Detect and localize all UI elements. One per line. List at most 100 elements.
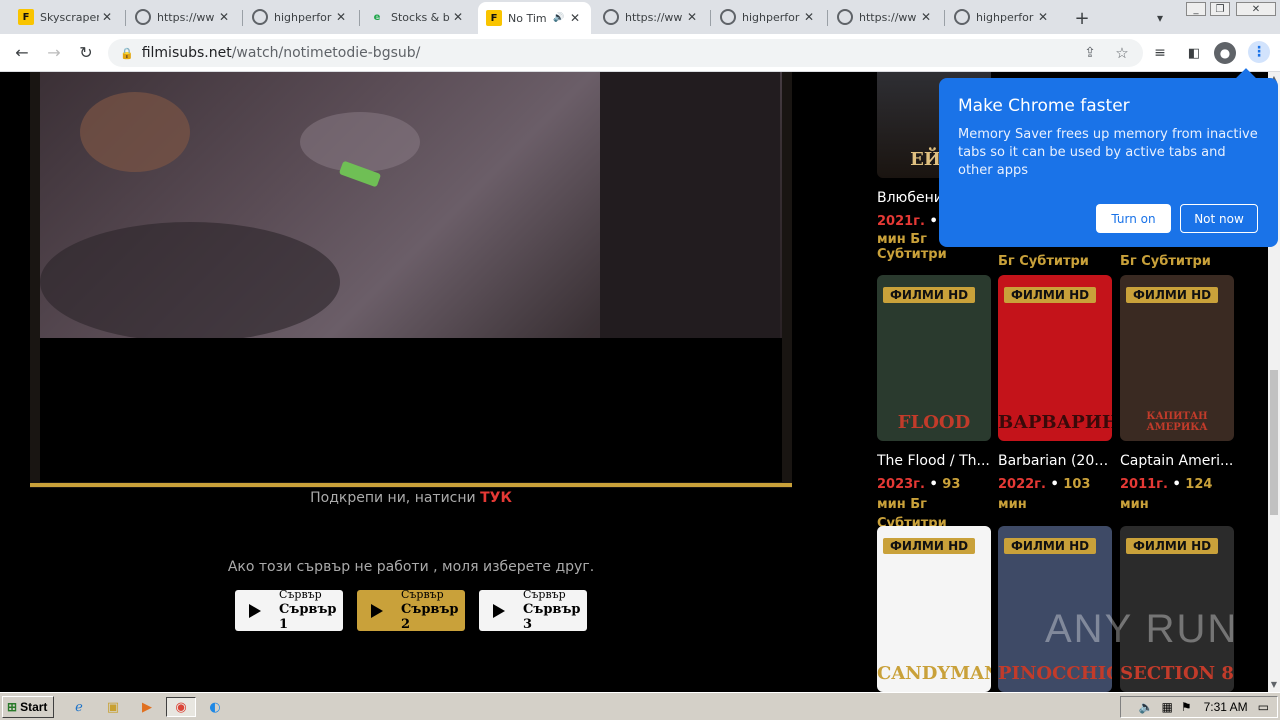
server-label-top: Сървър xyxy=(401,588,444,602)
movie-card[interactable]: ФИЛМИ HD FLOOD The Flood / Th... 2023г. • 9… xyxy=(877,275,991,534)
new-tab-button[interactable]: + xyxy=(1072,8,1092,29)
movie-poster[interactable]: ФИЛМИ HD ВАРВАРИН xyxy=(998,275,1112,441)
tab-search-icon[interactable]: ▾ xyxy=(1150,8,1170,28)
windows-logo-icon: ⊞ xyxy=(7,700,18,714)
tab-3[interactable]: highperfor ✕ xyxy=(244,4,357,30)
support-link[interactable]: ТУК xyxy=(480,490,512,506)
stocks-icon: e xyxy=(373,11,381,23)
globe-icon xyxy=(837,9,853,25)
close-tab-icon[interactable]: ✕ xyxy=(567,11,583,25)
share-icon[interactable]: ⇪ xyxy=(1080,43,1100,63)
poster-title: КАПИТАН АМЕРИКА xyxy=(1146,411,1208,433)
not-now-button[interactable]: Not now xyxy=(1180,204,1258,233)
close-tab-icon[interactable]: ✕ xyxy=(684,10,700,24)
server-button-1[interactable]: Сървър Сървър 1 xyxy=(235,588,343,633)
popup-body: Memory Saver frees up memory from inacti… xyxy=(958,127,1258,179)
tab-separator xyxy=(710,10,711,26)
server-button-3[interactable]: Сървър Сървър 3 xyxy=(479,588,587,632)
play-icon xyxy=(371,603,383,618)
lock-icon: 🔒 xyxy=(120,46,134,60)
start-button[interactable]: ⊞ Start xyxy=(2,696,54,718)
movie-meta: 2022г. • 103 мин xyxy=(998,477,1091,512)
turn-on-button[interactable]: Turn on xyxy=(1096,204,1171,233)
tab-title: highperfor xyxy=(742,10,800,24)
show-desktop-icon[interactable]: ▭ xyxy=(1258,700,1269,714)
movie-meta: 2011г. • 124 мин xyxy=(1120,477,1213,512)
close-tab-icon[interactable]: ✕ xyxy=(450,10,466,24)
close-window-button[interactable]: ✕ xyxy=(1236,2,1276,16)
popup-title: Make Chrome faster xyxy=(958,96,1130,116)
forward-icon[interactable]: → xyxy=(44,42,64,62)
tab-7[interactable]: highperfor ✕ xyxy=(712,4,825,30)
server-hint: Ако този сървър не работи , моля изберет… xyxy=(227,559,595,575)
video-player[interactable] xyxy=(30,72,792,488)
media-control-icon[interactable]: ≡ xyxy=(1150,43,1170,63)
tab-1[interactable]: F Skyscraper ✕ xyxy=(10,4,123,30)
tab-separator xyxy=(359,10,360,26)
edge-icon[interactable]: ◐ xyxy=(204,697,226,717)
tab-9[interactable]: highperfor ✕ xyxy=(946,4,1059,30)
poster-title: ВАРВАРИН xyxy=(998,412,1112,433)
tab-2[interactable]: https://ww ✕ xyxy=(127,4,240,30)
server-label: Сървър 1 xyxy=(279,601,337,633)
movie-meta: Бг Субтитри xyxy=(1120,254,1211,269)
globe-icon xyxy=(252,9,268,25)
server-button-2[interactable]: Сървър Сървър 2 xyxy=(357,588,465,633)
minimize-window-button[interactable]: _ xyxy=(1186,2,1206,16)
back-icon[interactable]: ← xyxy=(12,42,32,62)
audio-playing-icon[interactable]: 🔊 xyxy=(551,13,567,23)
ff-logo-icon: F xyxy=(486,10,502,26)
chrome-menu-icon[interactable]: ⋮ xyxy=(1248,41,1270,63)
movie-poster[interactable]: ФИЛМИ HD КАПИТАН АМЕРИКА xyxy=(1120,275,1234,441)
movie-meta: 2023г. • 93 мин Бг Субтитри xyxy=(877,477,961,531)
tab-6[interactable]: https://ww ✕ xyxy=(595,4,708,30)
server-label-top: Сървър xyxy=(279,588,322,602)
poster-title: PINOCCHIO xyxy=(998,663,1112,684)
server-label: Сървър 2 xyxy=(401,601,459,633)
movie-card[interactable]: ФИЛМИ HD ВАРВАРИН Barbarian (2022) 2022г. •… xyxy=(998,275,1112,514)
ff-logo-icon: F xyxy=(18,9,34,25)
movie-title[interactable]: The Flood / Th... xyxy=(877,453,991,469)
tab-8[interactable]: https://ww ✕ xyxy=(829,4,942,30)
tab-title: highperfor xyxy=(274,10,332,24)
chrome-taskbar-icon[interactable]: ◉ xyxy=(166,697,196,717)
scroll-down-arrow[interactable]: ▼ xyxy=(1268,678,1280,690)
profile-avatar-icon[interactable]: ● xyxy=(1214,42,1236,64)
close-tab-icon[interactable]: ✕ xyxy=(333,10,349,24)
side-panel-icon[interactable]: ◧ xyxy=(1184,43,1204,63)
url-domain: filmisubs.net xyxy=(141,45,232,61)
close-tab-icon[interactable]: ✕ xyxy=(216,10,232,24)
tab-4[interactable]: e Stocks & b ✕ xyxy=(361,4,474,30)
taskbar: ⊞ Start ℯ ▣ ▶ ◉ ◐ 🔈 ▦ ⚑ 7:31 AM ▭ xyxy=(0,692,1280,720)
movie-card[interactable]: ФИЛМИ HD CANDYMAN xyxy=(877,526,991,692)
movie-card[interactable]: ФИЛМИ HD КАПИТАН АМЕРИКА Captain Ameri... 2… xyxy=(1120,275,1234,514)
volume-icon[interactable]: 🔈 xyxy=(1139,700,1154,714)
folder-icon[interactable]: ▣ xyxy=(102,697,124,717)
movie-poster[interactable]: ФИЛМИ HD FLOOD xyxy=(877,275,991,441)
close-tab-icon[interactable]: ✕ xyxy=(801,10,817,24)
restore-window-button[interactable]: ❐ xyxy=(1210,2,1230,16)
poster-title: FLOOD xyxy=(897,412,971,433)
close-tab-icon[interactable]: ✕ xyxy=(918,10,934,24)
flag-icon[interactable]: ⚑ xyxy=(1181,700,1192,714)
tab-5[interactable]: F No Tim 🔊 ✕ xyxy=(478,2,591,34)
tab-separator xyxy=(827,10,828,26)
close-tab-icon[interactable]: ✕ xyxy=(1035,10,1051,24)
movie-title[interactable]: Captain Ameri... xyxy=(1120,453,1234,469)
ie-icon[interactable]: ℯ xyxy=(68,697,90,717)
network-icon[interactable]: ▦ xyxy=(1162,700,1173,714)
globe-icon xyxy=(954,9,970,25)
movie-meta: Бг Субтитри xyxy=(998,254,1089,269)
address-bar[interactable]: 🔒 filmisubs.net/watch/notimetodie-bgsub/… xyxy=(108,39,1143,67)
hd-badge: ФИЛМИ HD xyxy=(883,538,976,554)
reload-icon[interactable]: ↻ xyxy=(76,42,96,62)
movie-title[interactable]: Barbarian (2022) xyxy=(998,453,1112,469)
close-tab-icon[interactable]: ✕ xyxy=(99,10,115,24)
media-player-icon[interactable]: ▶ xyxy=(136,697,158,717)
hd-badge: ФИЛМИ HD xyxy=(1126,538,1219,554)
movie-poster[interactable]: ФИЛМИ HD CANDYMAN xyxy=(877,526,991,692)
tab-title: highperfor xyxy=(976,10,1034,24)
bookmark-star-icon[interactable]: ☆ xyxy=(1112,43,1132,63)
memory-saver-popup: Make Chrome faster Memory Saver frees up… xyxy=(939,68,1278,247)
scroll-thumb[interactable] xyxy=(1270,370,1278,515)
